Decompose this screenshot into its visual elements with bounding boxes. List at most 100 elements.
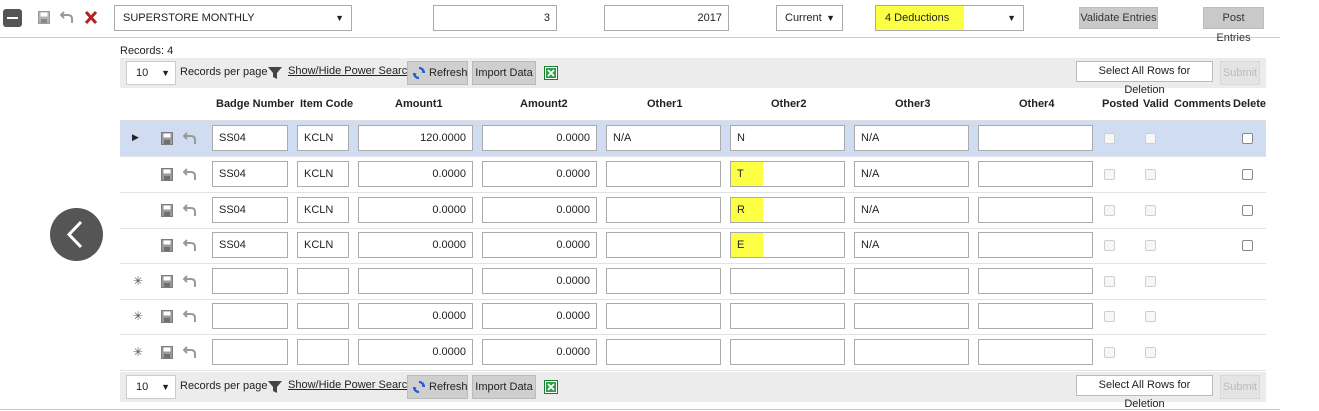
row-save-icon[interactable] <box>161 204 173 217</box>
row-undo-icon[interactable] <box>183 204 197 217</box>
cell-badge[interactable] <box>212 303 288 329</box>
cell-amount2[interactable]: 0.0000 <box>482 268 597 294</box>
cell-other3[interactable] <box>854 268 969 294</box>
cell-other2[interactable]: R <box>730 197 845 223</box>
row-save-icon[interactable] <box>161 346 173 359</box>
delete-checkbox[interactable] <box>1242 133 1253 144</box>
cell-amount1[interactable]: 0.0000 <box>358 303 473 329</box>
cell-other2[interactable] <box>730 339 845 365</box>
table-row[interactable]: ▶ SS04 KCLN 120.0000 0.0000 N/A N N/A <box>120 121 1266 157</box>
cell-other1[interactable] <box>606 303 721 329</box>
submit-button[interactable]: Submit <box>1220 375 1260 399</box>
refresh-button[interactable]: Refresh <box>407 61 468 85</box>
cell-item[interactable] <box>297 339 349 365</box>
cell-other2[interactable] <box>730 268 845 294</box>
delete-checkbox[interactable] <box>1242 169 1253 180</box>
cell-amount1[interactable]: 0.0000 <box>358 339 473 365</box>
cell-item[interactable]: KCLN <box>297 232 349 258</box>
import-data-button[interactable]: Import Data <box>472 375 536 399</box>
delete-icon[interactable] <box>84 10 98 25</box>
table-row[interactable]: SS04 KCLN 0.0000 0.0000 T N/A <box>120 157 1266 193</box>
page-size-select[interactable]: 10 ▼ <box>126 375 176 399</box>
cell-other3[interactable] <box>854 339 969 365</box>
cell-other3[interactable] <box>854 303 969 329</box>
cell-other4[interactable] <box>978 125 1093 151</box>
cell-item[interactable] <box>297 268 349 294</box>
row-save-icon[interactable] <box>161 275 173 288</box>
cell-other4[interactable] <box>978 232 1093 258</box>
select-all-rows-for-deletion-button[interactable]: Select All Rows for Deletion <box>1076 375 1213 410</box>
table-row[interactable]: ✳ 0.0000 0.0000 <box>120 299 1266 335</box>
cell-amount2[interactable]: 0.0000 <box>482 232 597 258</box>
cell-other4[interactable] <box>978 268 1093 294</box>
excel-icon[interactable] <box>544 380 558 394</box>
submit-button[interactable]: Submit <box>1220 61 1260 85</box>
cell-other1[interactable]: N/A <box>606 125 721 151</box>
refresh-button[interactable]: Refresh <box>407 375 468 399</box>
row-undo-icon[interactable] <box>183 275 197 288</box>
row-save-icon[interactable] <box>161 239 173 252</box>
cell-badge[interactable]: SS04 <box>212 161 288 187</box>
row-undo-icon[interactable] <box>183 310 197 323</box>
collapse-icon[interactable] <box>3 9 22 27</box>
cell-other3[interactable]: N/A <box>854 125 969 151</box>
cell-other2[interactable]: T <box>730 161 845 187</box>
table-row[interactable]: SS04 KCLN 0.0000 0.0000 R N/A <box>120 193 1266 229</box>
cell-amount1[interactable]: 0.0000 <box>358 161 473 187</box>
cell-badge[interactable]: SS04 <box>212 125 288 151</box>
cell-other4[interactable] <box>978 303 1093 329</box>
table-row[interactable]: SS04 KCLN 0.0000 0.0000 E N/A <box>120 228 1266 264</box>
page-size-select[interactable]: 10 ▼ <box>126 61 176 85</box>
validate-entries-button[interactable]: Validate Entries <box>1079 7 1158 29</box>
cell-item[interactable]: KCLN <box>297 161 349 187</box>
cell-other3[interactable]: N/A <box>854 197 969 223</box>
cell-other1[interactable] <box>606 197 721 223</box>
back-button[interactable] <box>50 208 103 261</box>
cell-badge[interactable] <box>212 339 288 365</box>
select-all-rows-for-deletion-button[interactable]: Select All Rows for Deletion <box>1076 61 1213 96</box>
save-icon[interactable] <box>38 11 50 24</box>
cell-other1[interactable] <box>606 268 721 294</box>
excel-icon[interactable] <box>544 66 558 80</box>
cell-item[interactable] <box>297 303 349 329</box>
cell-amount2[interactable]: 0.0000 <box>482 339 597 365</box>
deductions-select[interactable]: 4 Deductions ▼ <box>875 5 1024 31</box>
period-number-input[interactable]: 3 <box>433 5 557 31</box>
template-select[interactable]: SUPERSTORE MONTHLY ▼ <box>114 5 352 31</box>
cell-amount1[interactable] <box>358 268 473 294</box>
cell-amount2[interactable]: 0.0000 <box>482 161 597 187</box>
cell-other2[interactable]: E <box>730 232 845 258</box>
cell-other1[interactable] <box>606 339 721 365</box>
cell-other2[interactable]: N <box>730 125 845 151</box>
cell-amount1[interactable]: 0.0000 <box>358 197 473 223</box>
row-undo-icon[interactable] <box>183 132 197 145</box>
row-save-icon[interactable] <box>161 310 173 323</box>
cell-other4[interactable] <box>978 161 1093 187</box>
cell-badge[interactable]: SS04 <box>212 232 288 258</box>
cell-badge[interactable] <box>212 268 288 294</box>
cell-amount1[interactable]: 0.0000 <box>358 232 473 258</box>
cell-amount2[interactable]: 0.0000 <box>482 125 597 151</box>
cell-item[interactable]: KCLN <box>297 125 349 151</box>
table-row[interactable]: ✳ 0.0000 0.0000 <box>120 335 1266 371</box>
row-undo-icon[interactable] <box>183 168 197 181</box>
power-search-link[interactable]: Show/Hide Power Search <box>288 65 413 77</box>
cell-other3[interactable]: N/A <box>854 161 969 187</box>
cell-amount2[interactable]: 0.0000 <box>482 197 597 223</box>
cell-other1[interactable] <box>606 161 721 187</box>
cell-other1[interactable] <box>606 232 721 258</box>
row-save-icon[interactable] <box>161 168 173 181</box>
cell-other3[interactable]: N/A <box>854 232 969 258</box>
cell-other4[interactable] <box>978 339 1093 365</box>
delete-checkbox[interactable] <box>1242 205 1253 216</box>
delete-checkbox[interactable] <box>1242 240 1253 251</box>
row-undo-icon[interactable] <box>183 239 197 252</box>
import-data-button[interactable]: Import Data <box>472 61 536 85</box>
year-input[interactable]: 2017 <box>604 5 729 31</box>
cell-item[interactable]: KCLN <box>297 197 349 223</box>
cell-amount2[interactable]: 0.0000 <box>482 303 597 329</box>
cell-other2[interactable] <box>730 303 845 329</box>
undo-icon[interactable] <box>60 11 74 24</box>
cell-other4[interactable] <box>978 197 1093 223</box>
cell-amount1[interactable]: 120.0000 <box>358 125 473 151</box>
